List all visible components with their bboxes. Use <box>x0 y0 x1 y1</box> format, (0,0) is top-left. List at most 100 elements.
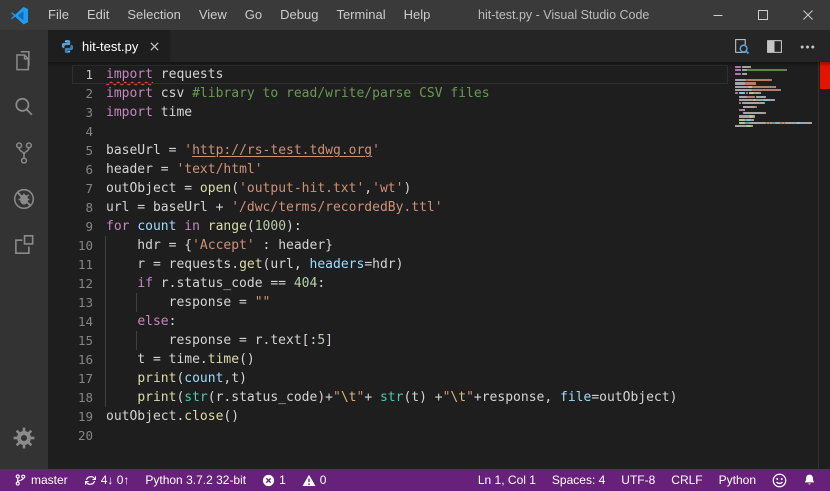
source-control-icon <box>11 140 37 166</box>
code-line[interactable]: 6 header = 'text/html' <box>48 160 730 179</box>
indent-guide <box>105 236 106 255</box>
code-text: r = requests.get(url, headers=hdr) <box>106 255 403 274</box>
activity-source-control-icon[interactable] <box>0 130 48 176</box>
error-marker <box>820 62 830 89</box>
line-number: 20 <box>48 426 93 445</box>
menu-debug[interactable]: Debug <box>271 0 327 30</box>
line-number: 2 <box>48 84 93 103</box>
cursor-position-status[interactable]: Ln 1, Col 1 <box>470 469 544 491</box>
maximize-icon <box>755 7 771 23</box>
warning-icon <box>302 474 316 487</box>
code-text: t = time.time() <box>106 350 255 369</box>
status-bar-right: Ln 1, Col 1Spaces: 4 UTF-8 CRLFPython <box>470 469 824 491</box>
code-line[interactable]: 15 response = r.text[:5] <box>48 331 730 350</box>
line-number: 15 <box>48 331 93 350</box>
code-line[interactable]: 11 r = requests.get(url, headers=hdr) <box>48 255 730 274</box>
indent-guide <box>105 255 106 274</box>
activity-bar-items <box>0 30 48 268</box>
code-line[interactable]: 5baseUrl = 'http://rs-test.tdwg.org' <box>48 141 730 160</box>
code-line[interactable]: 4 <box>48 122 730 141</box>
code-line[interactable]: 19outObject.close() <box>48 407 730 426</box>
menu-go[interactable]: Go <box>236 0 271 30</box>
code-line[interactable]: 13 response = "" <box>48 293 730 312</box>
sync-status[interactable]: 4↓ 0↑ <box>76 469 138 491</box>
code-line[interactable]: 7outObject = open('output-hit.txt','wt') <box>48 179 730 198</box>
line-number: 6 <box>48 160 93 179</box>
code-text: for count in range(1000): <box>106 217 302 236</box>
preview-icon <box>733 38 750 55</box>
code-text: import csv #library to read/write/parse … <box>106 84 490 103</box>
code-line[interactable]: 8url = baseUrl + '/dwc/terms/recordedBy.… <box>48 198 730 217</box>
code-line[interactable]: 10 hdr = {'Accept' : header} <box>48 236 730 255</box>
python-interpreter-status[interactable]: Python 3.7.2 32-bit <box>137 469 254 491</box>
open-preview-button[interactable] <box>733 38 750 55</box>
code-line[interactable]: 2 import csv #library to read/write/parse… <box>48 84 730 103</box>
activity-debug-icon[interactable] <box>0 176 48 222</box>
title-bar: FileEditSelectionViewGoDebugTerminalHelp… <box>0 0 830 30</box>
code-line[interactable]: 3import time <box>48 103 730 122</box>
window-close-icon <box>800 7 816 23</box>
code-text: outObject.close() <box>106 407 239 426</box>
window-close-button[interactable] <box>785 0 830 30</box>
minimap[interactable] <box>730 62 818 469</box>
warnings-status[interactable]: 0 <box>294 469 335 491</box>
code-line[interactable]: 20 <box>48 426 730 445</box>
code-line[interactable]: 17 print(count,t) <box>48 369 730 388</box>
manage-button[interactable] <box>0 415 48 461</box>
editor[interactable]: 1import requests2 import csv #library to … <box>48 62 830 469</box>
line-number: 4 <box>48 122 93 141</box>
line-number: 5 <box>48 141 93 160</box>
code-text: response = r.text[:5] <box>106 331 333 350</box>
error-icon <box>262 474 275 487</box>
minimize-button[interactable] <box>695 0 740 30</box>
menu-selection[interactable]: Selection <box>118 0 189 30</box>
menu-file[interactable]: File <box>39 0 78 30</box>
settings-gear-icon <box>12 426 36 450</box>
code-area[interactable]: 1import requests2 import csv #library to … <box>48 62 730 469</box>
line-number: 14 <box>48 312 93 331</box>
warnings-status-label: 0 <box>320 473 327 487</box>
errors-status[interactable]: 1 <box>254 469 294 491</box>
more-actions-button[interactable] <box>799 38 816 55</box>
overview-ruler-scrollbar[interactable] <box>818 62 830 469</box>
activity-explorer-icon[interactable] <box>0 38 48 84</box>
extensions-icon <box>11 232 37 258</box>
tab-bar: hit-test.py <box>48 30 830 62</box>
code-text: response = "" <box>106 293 270 312</box>
eol-status[interactable]: CRLF <box>663 469 710 491</box>
code-line[interactable]: 1import requests <box>48 65 730 84</box>
tab-hit-test-py[interactable]: hit-test.py <box>48 30 170 62</box>
bell-icon <box>803 473 816 487</box>
language-mode-status[interactable]: Python <box>711 469 764 491</box>
code-text: header = 'text/html' <box>106 160 263 179</box>
activity-search-icon[interactable] <box>0 84 48 130</box>
code-line[interactable]: 18 print(str(r.status_code)+"\t"+ str(t)… <box>48 388 730 407</box>
indentation-status[interactable]: Spaces: 4 <box>544 469 613 491</box>
minimize-icon <box>710 7 726 23</box>
close-icon[interactable] <box>149 41 160 52</box>
indent-guide <box>105 369 106 388</box>
python-icon <box>60 39 75 54</box>
code-text: outObject = open('output-hit.txt','wt') <box>106 179 411 198</box>
indent-guide <box>105 293 106 312</box>
menu-edit[interactable]: Edit <box>78 0 118 30</box>
code-line[interactable]: 16 t = time.time() <box>48 350 730 369</box>
code-line[interactable]: 9 for count in range(1000): <box>48 217 730 236</box>
line-number: 13 <box>48 293 93 312</box>
errors-status-label: 1 <box>279 473 286 487</box>
menu-terminal[interactable]: Terminal <box>327 0 394 30</box>
line-number: 9 <box>48 217 93 236</box>
code-line[interactable]: 12 if r.status_code == 404: <box>48 274 730 293</box>
code-line[interactable]: 14 else: <box>48 312 730 331</box>
activity-extensions-icon[interactable] <box>0 222 48 268</box>
encoding-status-label: UTF-8 <box>621 473 655 487</box>
encoding-status[interactable]: UTF-8 <box>613 469 663 491</box>
split-editor-button[interactable] <box>766 38 783 55</box>
menu-view[interactable]: View <box>190 0 236 30</box>
tab-label: hit-test.py <box>82 39 138 54</box>
feedback-button[interactable] <box>764 469 795 491</box>
git-branch-status[interactable]: master <box>6 469 76 491</box>
menu-help[interactable]: Help <box>395 0 440 30</box>
notifications-button[interactable] <box>795 469 824 491</box>
maximize-button[interactable] <box>740 0 785 30</box>
